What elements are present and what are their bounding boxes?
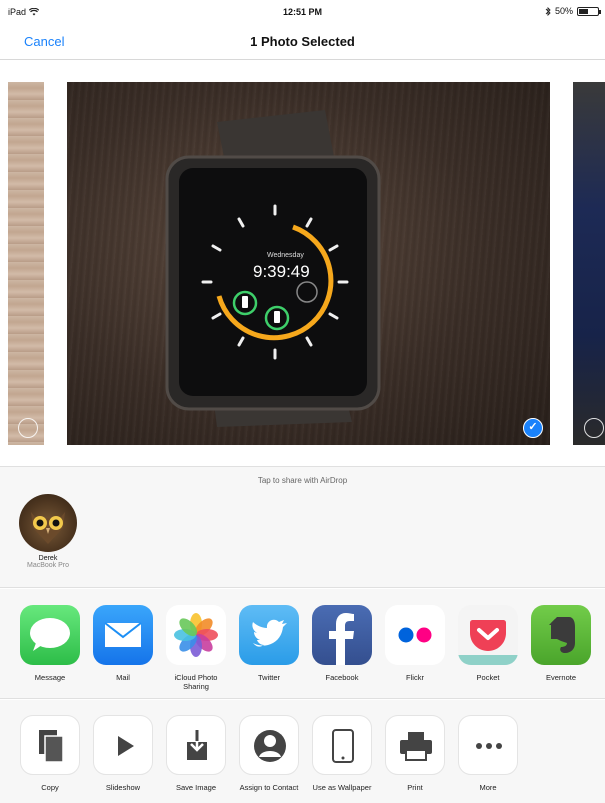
photos-icon [166, 605, 226, 665]
photo-selected[interactable]: Wednesday 9:39:49 [67, 82, 550, 445]
pocket-icon [458, 605, 518, 665]
action-slideshow[interactable]: Slideshow [92, 715, 154, 792]
tile-label: Message [34, 673, 66, 682]
actions-row: Copy Slideshow Save Image Assign to Cont… [0, 700, 605, 803]
tile-label: Slideshow [105, 783, 141, 792]
avatar [19, 494, 77, 552]
battery-icon [577, 6, 601, 16]
airdrop-hint: Tap to share with AirDrop [257, 476, 348, 485]
status-time: 12:51 PM [282, 7, 323, 17]
person-device: MacBook Pro [26, 562, 70, 569]
person-name: Derek [38, 555, 58, 562]
status-bar: iPad 12:51 PM 50% [0, 0, 605, 22]
tile-label: Flickr [406, 673, 424, 682]
battery-percent: 50% [554, 6, 573, 16]
action-print[interactable]: Print [384, 715, 446, 792]
share-app-message[interactable]: Message [19, 605, 81, 682]
svg-text:Wednesday: Wednesday [267, 252, 304, 259]
photo-thumbnail-next[interactable] [573, 82, 605, 445]
battery-level [579, 8, 588, 14]
tile-label: Facebook [325, 673, 359, 682]
select-circle-next[interactable] [584, 418, 604, 438]
printer-icon [385, 715, 445, 775]
flickr-icon [385, 605, 445, 665]
bluetooth-icon [545, 6, 551, 16]
contact-icon [239, 715, 299, 775]
tile-label: More [479, 783, 497, 792]
tile-label: Save Image [175, 783, 217, 792]
share-app-facebook[interactable]: Facebook [311, 605, 373, 682]
tile-label: Twitter [257, 673, 281, 682]
play-icon [93, 715, 153, 775]
owl-avatar-icon [31, 512, 65, 544]
status-right: 50% [545, 6, 601, 16]
share-apps-row: Message Mail iCloud Photo Sharing Twitte… [0, 589, 605, 699]
facebook-icon [312, 605, 372, 665]
tile-label: iCloud Photo Sharing [174, 673, 218, 691]
share-app-flickr[interactable]: Flickr [384, 605, 446, 682]
select-circle-previous[interactable] [18, 418, 38, 438]
share-app-evernote[interactable]: Evernote [530, 605, 592, 682]
save-image-icon [166, 715, 226, 775]
twitter-icon [239, 605, 299, 665]
tile-label: Use as Wallpaper [312, 783, 372, 792]
mail-icon [93, 605, 153, 665]
photo-strip[interactable]: Wednesday 9:39:49 [0, 61, 605, 466]
action-save-image[interactable]: Save Image [165, 715, 227, 792]
action-copy[interactable]: Copy [19, 715, 81, 792]
action-use-as-wallpaper[interactable]: Use as Wallpaper [311, 715, 373, 792]
smartwatch-image: Wednesday 9:39:49 [165, 110, 381, 427]
more-icon [458, 715, 518, 775]
nav-bar: Cancel 1 Photo Selected [0, 22, 605, 60]
airdrop-section: Tap to share with AirDrop Derek MacBook … [0, 466, 605, 588]
share-app-pocket[interactable]: Pocket [457, 605, 519, 682]
message-icon [20, 605, 80, 665]
tile-label: Evernote [545, 673, 577, 682]
share-app-mail[interactable]: Mail [92, 605, 154, 682]
selected-checkmark-icon[interactable]: ✓ [523, 418, 543, 438]
tile-label: Print [407, 783, 423, 792]
photo-thumbnail-previous[interactable] [8, 82, 44, 445]
wallpaper-icon [312, 715, 372, 775]
svg-text:9:39:49: 9:39:49 [253, 262, 310, 281]
evernote-icon [531, 605, 591, 665]
tile-label: Assign to Contact [239, 783, 299, 792]
copy-icon [20, 715, 80, 775]
action-more[interactable]: More [457, 715, 519, 792]
tile-label: Copy [41, 783, 59, 792]
page-title: 1 Photo Selected [250, 34, 355, 49]
share-app-twitter[interactable]: Twitter [238, 605, 300, 682]
tile-label: Pocket [476, 673, 500, 682]
tile-label: Mail [116, 673, 130, 682]
action-assign-to-contact[interactable]: Assign to Contact [238, 715, 300, 792]
share-app-icloud-photo-sharing[interactable]: iCloud Photo Sharing [165, 605, 227, 691]
airdrop-person[interactable]: Derek MacBook Pro [17, 494, 79, 569]
